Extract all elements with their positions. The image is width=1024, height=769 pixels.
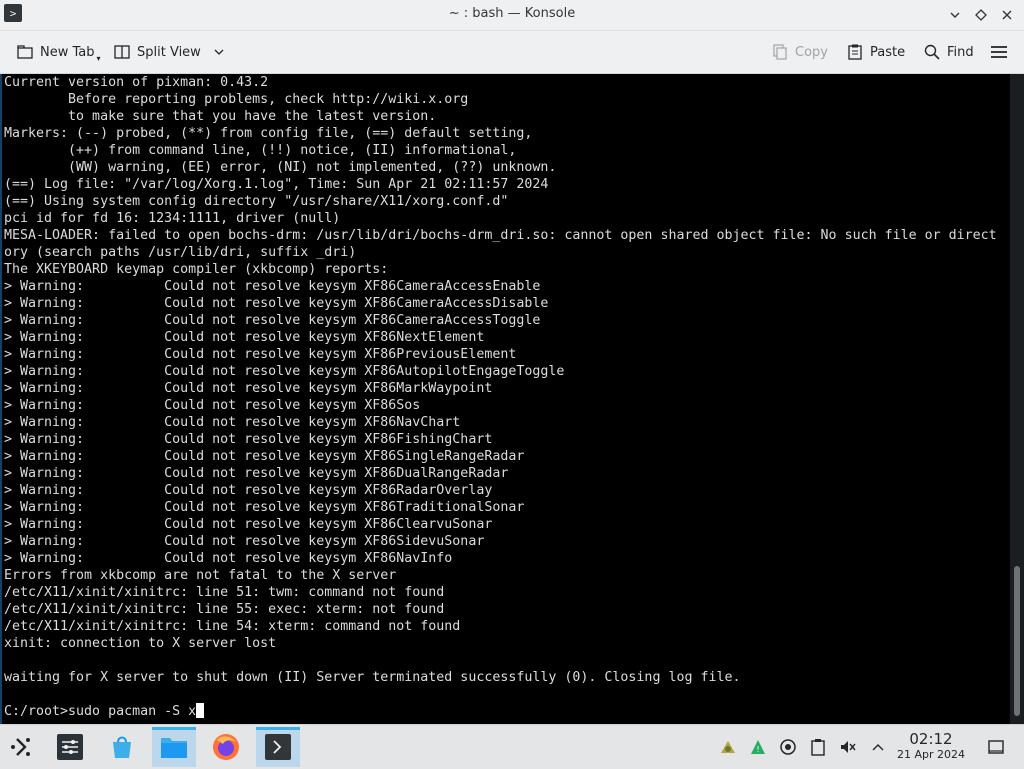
taskbar: ! 02:12 21 Apr 2024 (0, 724, 1024, 769)
diamond-icon (975, 9, 987, 21)
terminal-line: pci id for fd 16: 1234:1111, driver (nul… (4, 211, 341, 226)
terminal-line: > Warning: Could not resolve keysym XF86… (4, 313, 541, 328)
volume-muted-icon[interactable] (836, 735, 860, 759)
terminal-line: /etc/X11/xinit/xinitrc: line 55: exec: x… (4, 602, 445, 617)
update-tray-icon[interactable]: ! (746, 735, 770, 759)
new-tab-label: New Tab (40, 44, 95, 60)
maximize-button[interactable] (970, 4, 992, 26)
clipboard-tray-icon[interactable] (806, 735, 830, 759)
terminal-line: to make sure that you have the latest ve… (4, 109, 437, 124)
settings-icon[interactable] (48, 727, 92, 767)
close-icon (1002, 10, 1012, 20)
new-tab-button[interactable]: New Tab ▾ (16, 39, 101, 65)
find-button[interactable]: Find (923, 39, 974, 65)
chevron-down-icon (950, 12, 960, 18)
scrollbar-thumb[interactable] (1014, 566, 1020, 716)
text-cursor (196, 703, 205, 718)
terminal-scrollbar[interactable] (1010, 74, 1024, 724)
terminal-line: > Warning: Could not resolve keysym XF86… (4, 296, 549, 311)
terminal-line: > Warning: Could not resolve keysym XF86… (4, 517, 493, 532)
paste-label: Paste (870, 44, 906, 60)
clock-date: 21 Apr 2024 (896, 748, 965, 761)
terminal-line: > Warning: Could not resolve keysym XF86… (4, 279, 541, 294)
terminal-line: > Warning: Could not resolve keysym XF86… (4, 432, 493, 447)
terminal-line: > Warning: Could not resolve keysym XF86… (4, 449, 525, 464)
firefox-icon[interactable] (204, 727, 248, 767)
svg-text:!: ! (756, 745, 759, 754)
terminal-line: MESA-LOADER: failed to open bochs-drm: /… (4, 228, 997, 243)
clock-time: 02:12 (909, 730, 953, 748)
discover-store-icon[interactable] (100, 727, 144, 767)
terminal-prompt[interactable]: C:/root>sudo pacman -S x (4, 703, 1010, 720)
terminal-line: > Warning: Could not resolve keysym XF86… (4, 364, 565, 379)
terminal-line: ory (search paths /usr/lib/dri, suffix _… (4, 245, 357, 260)
terminal-line: /etc/X11/xinit/xinitrc: line 54: xterm: … (4, 619, 461, 634)
title-bar: > ~ : bash — Konsole (0, 0, 1024, 31)
paste-button[interactable]: Paste (846, 39, 905, 65)
system-tray: ! (716, 725, 890, 769)
chevron-down-icon[interactable] (213, 46, 225, 58)
terminal-line: Current version of pixman: 0.43.2 (4, 75, 269, 90)
terminal-line: > Warning: Could not resolve keysym XF86… (4, 551, 453, 566)
split-view-label: Split View (137, 44, 201, 60)
copy-button[interactable]: Copy (771, 39, 828, 65)
clock[interactable]: 02:12 21 Apr 2024 (888, 731, 974, 762)
close-button[interactable] (996, 4, 1018, 26)
terminal-focus-accent (0, 74, 2, 724)
terminal-output[interactable]: Current version of pixman: 0.43.2 Before… (0, 74, 1010, 724)
terminal-line: (==) Log file: "/var/log/Xorg.1.log", Ti… (4, 177, 549, 192)
prompt-text: C:/root>sudo pacman -S x (4, 704, 197, 719)
copy-label: Copy (795, 44, 828, 60)
terminal-line: /etc/X11/xinit/xinitrc: line 51: twm: co… (4, 585, 445, 600)
hamburger-menu-icon (991, 46, 1007, 58)
window-title: ~ : bash — Konsole (448, 6, 576, 21)
copy-icon (773, 44, 787, 60)
file-manager-icon[interactable] (152, 727, 196, 767)
terminal-line: Before reporting problems, check http://… (4, 92, 469, 107)
terminal-line: > Warning: Could not resolve keysym XF86… (4, 415, 461, 430)
show-desktop-button[interactable] (986, 725, 1006, 769)
dropdown-indicator-icon: ▾ (96, 53, 101, 63)
terminal-line: > Warning: Could not resolve keysym XF86… (4, 330, 485, 345)
find-label: Find (947, 44, 974, 60)
search-icon (924, 44, 940, 60)
terminal-line: > Warning: Could not resolve keysym XF86… (4, 398, 421, 413)
konsole-icon[interactable] (256, 727, 300, 767)
terminal-line: The XKEYBOARD keymap compiler (xkbcomp) … (4, 262, 389, 277)
vault-tray-icon[interactable] (776, 735, 800, 759)
terminal-line: waiting for X server to shut down (II) S… (4, 670, 741, 685)
terminal-line: > Warning: Could not resolve keysym XF86… (4, 347, 517, 362)
terminal-line: > Warning: Could not resolve keysym XF86… (4, 500, 525, 515)
terminal-line: (WW) warning, (EE) error, (NI) not imple… (4, 160, 557, 175)
split-view-icon (114, 45, 130, 59)
terminal-line: > Warning: Could not resolve keysym XF86… (4, 466, 509, 481)
terminal-lines: Current version of pixman: 0.43.2 Before… (0, 74, 1010, 720)
tray-expand-icon[interactable] (866, 735, 890, 759)
terminal-line: > Warning: Could not resolve keysym XF86… (4, 483, 493, 498)
toolbar: New Tab ▾ Split View Copy Paste Find (0, 31, 1024, 74)
paste-icon (848, 44, 862, 60)
terminal-line: > Warning: Could not resolve keysym XF86… (4, 534, 485, 549)
network-tray-icon[interactable] (716, 735, 740, 759)
terminal-line: xinit: connection to X server lost (4, 636, 277, 651)
minimize-button[interactable] (944, 4, 966, 26)
window-controls (944, 4, 1018, 26)
terminal-line: Markers: (--) probed, (**) from config f… (4, 126, 533, 141)
show-desktop-icon (988, 740, 1004, 754)
terminal-line: Errors from xkbcomp are not fatal to the… (4, 568, 397, 583)
new-tab-icon (17, 45, 33, 59)
terminal-line: (++) from command line, (!!) notice, (II… (4, 143, 517, 158)
terminal-line: > Warning: Could not resolve keysym XF86… (4, 381, 493, 396)
terminal-line: (==) Using system config directory "/usr… (4, 194, 509, 209)
hamburger-menu-button[interactable] (990, 39, 1008, 65)
split-view-button[interactable]: Split View (113, 39, 225, 65)
app-launcher-icon[interactable] (0, 727, 44, 767)
